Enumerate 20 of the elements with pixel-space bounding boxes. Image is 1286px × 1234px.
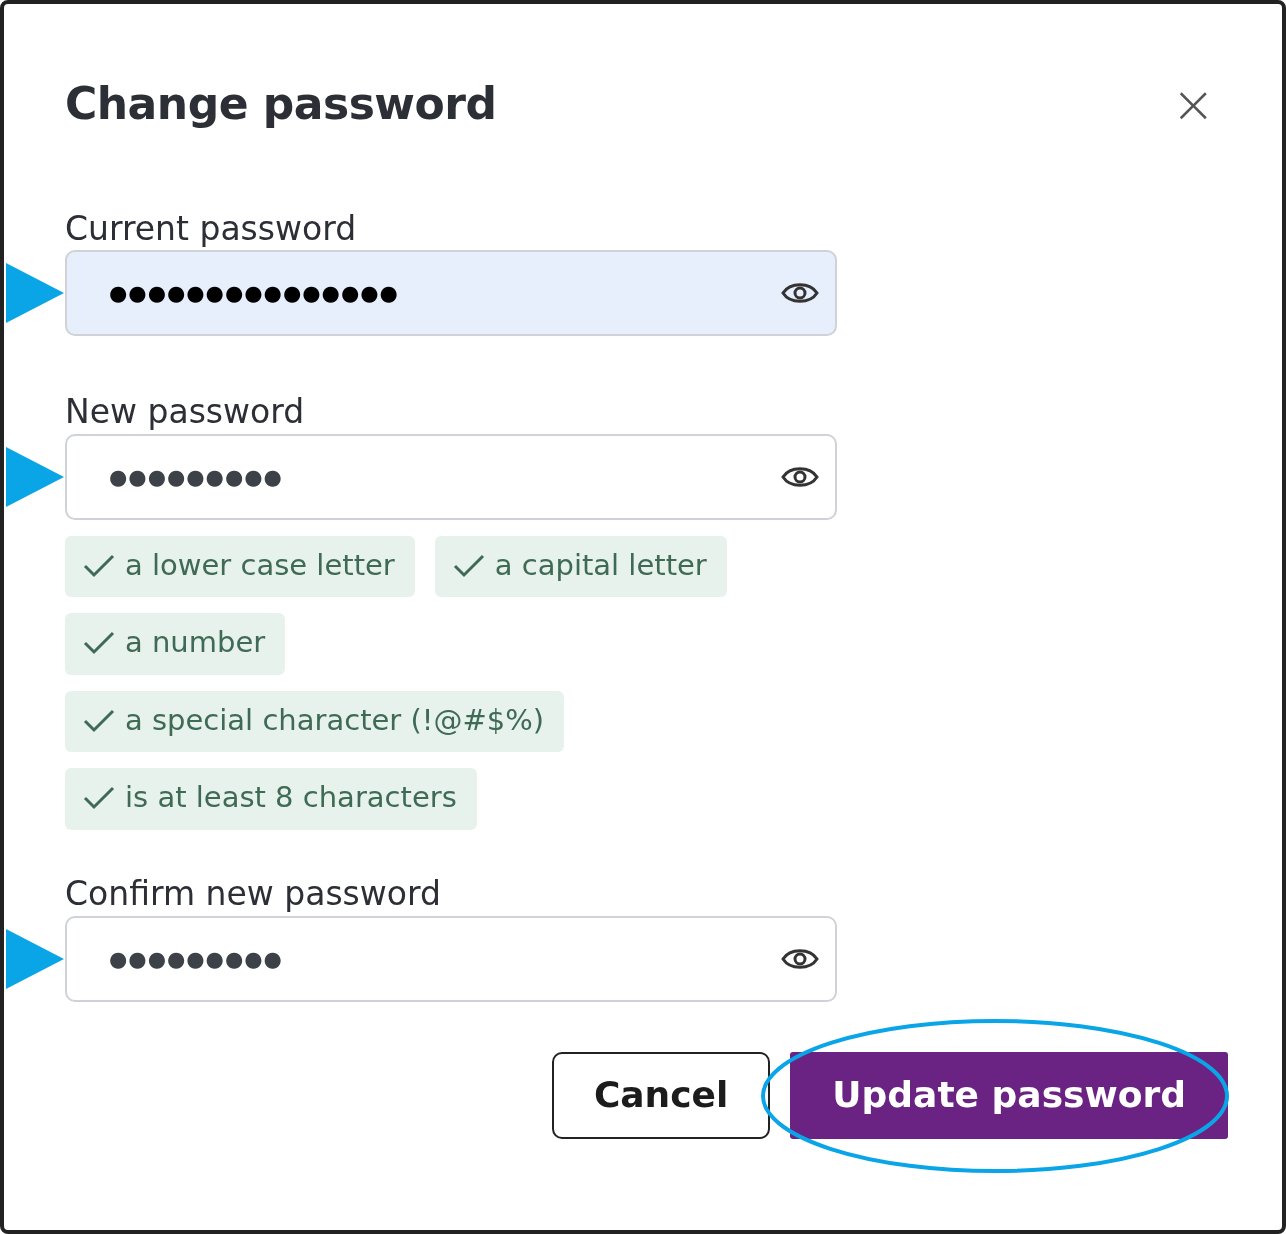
field-label: Confirm new password bbox=[65, 874, 442, 914]
requirement-chip: a number bbox=[65, 613, 286, 675]
password-field[interactable]: ●●●●●●●●● bbox=[65, 915, 837, 1002]
requirement-chip: a lower case letter bbox=[65, 536, 415, 598]
check-icon bbox=[83, 552, 115, 579]
close-button[interactable]: × bbox=[1161, 78, 1225, 131]
requirement-chip: a capital letter bbox=[434, 536, 727, 598]
check-icon bbox=[83, 785, 115, 812]
update-button[interactable]: Update password bbox=[790, 1051, 1228, 1139]
check-icon bbox=[452, 552, 485, 579]
field-label: Current password bbox=[65, 208, 358, 249]
field-label: New password bbox=[65, 392, 306, 432]
check-icon bbox=[83, 707, 115, 734]
requirement-chip: is at least 8 characters bbox=[65, 768, 477, 830]
requirement-chip: a special character (!@#$%) bbox=[65, 691, 565, 753]
check-icon bbox=[83, 630, 115, 657]
password-field[interactable]: ●●●●●●●●●●●●●●● bbox=[65, 250, 837, 337]
cancel-button[interactable]: Cancel bbox=[551, 1051, 771, 1139]
dialog-title: Change password bbox=[65, 78, 497, 131]
password-field[interactable]: ●●●●●●●●● bbox=[65, 434, 837, 520]
